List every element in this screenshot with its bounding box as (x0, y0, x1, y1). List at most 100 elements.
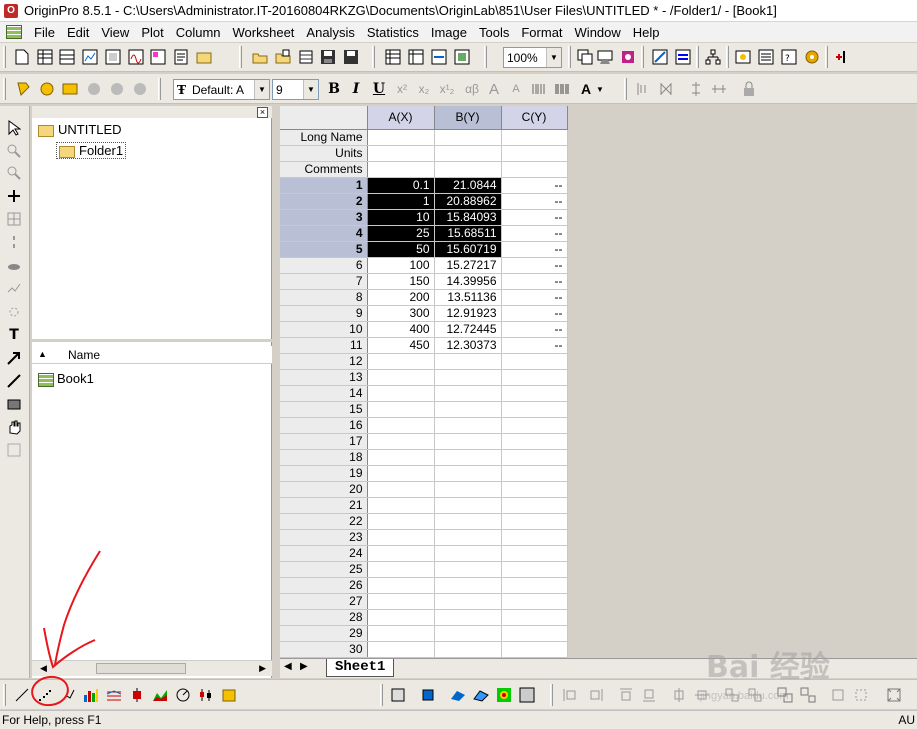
cell-b[interactable] (434, 401, 502, 418)
dropdown-arrow-icon[interactable]: ▼ (254, 80, 269, 99)
cell-b[interactable] (434, 577, 502, 594)
cell-a[interactable] (367, 593, 435, 610)
cell-b[interactable] (434, 593, 502, 610)
row-number-header[interactable]: 26 (280, 577, 368, 594)
import-multiple-ascii-icon[interactable] (406, 47, 426, 67)
disabled-tool-icon[interactable] (84, 79, 104, 99)
cell-a[interactable] (367, 609, 435, 626)
open-excel-icon[interactable] (296, 47, 316, 67)
pointer-icon[interactable] (4, 118, 24, 138)
disabled-tool-icon[interactable] (107, 79, 127, 99)
ungroup-icon[interactable] (798, 685, 818, 705)
units-cell[interactable] (434, 145, 502, 162)
hi-lo-close-icon[interactable] (196, 685, 216, 705)
long-name-row-header[interactable]: Long Name (280, 129, 368, 146)
row-number-header[interactable]: 29 (280, 625, 368, 642)
toolbar-grip[interactable] (726, 46, 729, 68)
cell-a[interactable] (367, 433, 435, 450)
cell-a[interactable]: 100 (367, 257, 435, 274)
cell-b[interactable] (434, 353, 502, 370)
cell-a[interactable] (367, 385, 435, 402)
back-icon[interactable] (851, 685, 871, 705)
toolbar-grip[interactable] (484, 46, 487, 68)
toolbar-grip[interactable] (3, 684, 6, 706)
save-icon[interactable] (318, 47, 338, 67)
toolbar-grip[interactable] (239, 46, 242, 68)
row-number-header[interactable]: 10 (280, 321, 368, 338)
row-number-header[interactable]: 17 (280, 433, 368, 450)
menu-view[interactable]: View (95, 25, 135, 40)
annotation-tool-icon[interactable] (4, 440, 24, 460)
data-reader-icon[interactable] (37, 79, 57, 99)
column-header-b[interactable]: B(Y) (434, 106, 502, 130)
open-icon[interactable] (250, 47, 270, 67)
data-reader-tool-icon[interactable] (4, 209, 24, 229)
line-tool-icon[interactable] (4, 371, 24, 391)
row-number-header[interactable]: 19 (280, 465, 368, 482)
subscript-icon[interactable]: x₂ (414, 79, 434, 99)
row-number-header[interactable]: 9 (280, 305, 368, 322)
comments-cell[interactable] (501, 161, 568, 178)
command-window-icon[interactable] (756, 47, 776, 67)
text-tool-icon[interactable]: T (4, 325, 24, 345)
3d-wireframe-icon[interactable] (471, 685, 491, 705)
cell-c[interactable] (501, 465, 568, 482)
cell-c[interactable]: -- (501, 225, 568, 242)
toolbar-grip[interactable] (372, 46, 375, 68)
menu-column[interactable]: Column (170, 25, 227, 40)
cell-a[interactable] (367, 481, 435, 498)
area-plot-icon[interactable] (150, 685, 170, 705)
column-plot-icon[interactable] (81, 685, 101, 705)
new-folder-icon[interactable] (194, 47, 214, 67)
contour-plot-icon[interactable] (494, 685, 514, 705)
save-template-icon[interactable] (341, 47, 361, 67)
align-vertical-icon[interactable] (686, 79, 706, 99)
row-number-header[interactable]: 21 (280, 497, 368, 514)
cell-b[interactable]: 12.72445 (434, 321, 502, 338)
new-notes-icon[interactable] (171, 47, 191, 67)
cell-c[interactable] (501, 593, 568, 610)
new-matrix-icon[interactable] (103, 47, 123, 67)
cell-a[interactable] (367, 641, 435, 658)
box-chart-icon[interactable] (127, 685, 147, 705)
lock-icon[interactable] (739, 79, 759, 99)
menu-statistics[interactable]: Statistics (361, 25, 425, 40)
cell-b[interactable] (434, 417, 502, 434)
row-number-header[interactable]: 16 (280, 417, 368, 434)
row-number-header[interactable]: 13 (280, 369, 368, 386)
cell-a[interactable] (367, 561, 435, 578)
cell-c[interactable] (501, 353, 568, 370)
project-explorer-icon[interactable] (703, 47, 723, 67)
3d-surface-icon[interactable] (448, 685, 468, 705)
cell-a[interactable] (367, 497, 435, 514)
menu-image[interactable]: Image (425, 25, 473, 40)
region-mask-icon[interactable] (4, 302, 24, 322)
3d-bar-icon[interactable] (418, 685, 438, 705)
align-cross-icon[interactable] (656, 79, 676, 99)
row-number-header[interactable]: 20 (280, 481, 368, 498)
horizontal-scrollbar[interactable]: ◀ ▶ (32, 660, 272, 676)
arrow-tool-icon[interactable] (4, 348, 24, 368)
cell-b[interactable]: 15.60719 (434, 241, 502, 258)
line-symbol-plot-icon[interactable] (58, 685, 78, 705)
hand-tool-icon[interactable] (4, 417, 24, 437)
cell-c[interactable] (501, 497, 568, 514)
toolbar-grip[interactable] (3, 46, 6, 68)
dropdown-arrow-icon[interactable]: ▼ (303, 80, 318, 99)
tab-next-icon[interactable]: ▶ (300, 661, 308, 672)
row-number-header[interactable]: 4 (280, 225, 368, 242)
cell-b[interactable]: 14.39956 (434, 273, 502, 290)
cell-c[interactable] (501, 529, 568, 546)
import-odbc-icon[interactable] (452, 47, 472, 67)
cell-b[interactable] (434, 449, 502, 466)
mask-points-icon[interactable] (4, 278, 24, 298)
cell-c[interactable]: -- (501, 273, 568, 290)
cell-c[interactable] (501, 481, 568, 498)
cell-b[interactable] (434, 385, 502, 402)
cell-a[interactable] (367, 401, 435, 418)
comments-cell[interactable] (367, 161, 435, 178)
new-project-icon[interactable] (12, 47, 32, 67)
cell-b[interactable] (434, 369, 502, 386)
toolbar-grip[interactable] (550, 684, 553, 706)
cell-c[interactable] (501, 369, 568, 386)
